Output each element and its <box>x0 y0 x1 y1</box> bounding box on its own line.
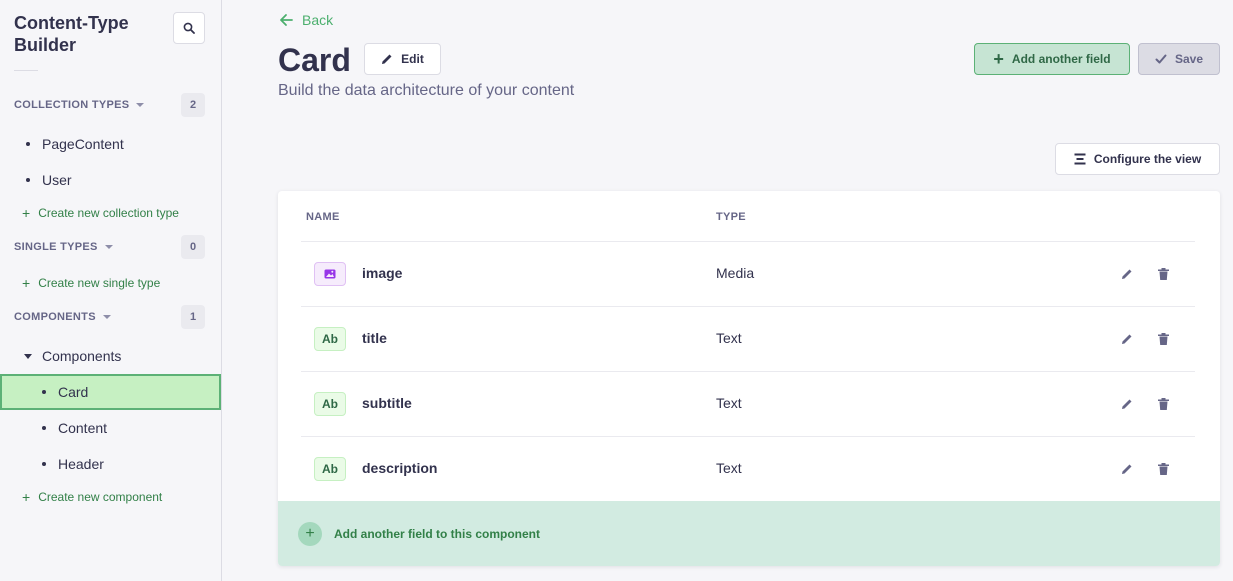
bullet-icon <box>42 462 46 466</box>
pencil-icon <box>382 54 392 64</box>
sidebar-divider <box>14 70 38 71</box>
sidebar-item-card-active[interactable] <box>0 374 221 410</box>
back-label: Back <box>302 12 334 28</box>
table-row[interactable]: Ab title Text <box>301 306 1195 371</box>
sidebar-group-components[interactable]: Components <box>24 338 121 374</box>
bullet-icon <box>26 178 30 182</box>
create-link-label: Create new component <box>38 490 163 504</box>
text-icon: Ab <box>314 457 346 481</box>
pencil-icon[interactable] <box>1119 396 1135 412</box>
plus-circle-icon: + <box>298 521 322 546</box>
main-content: Back Card Edit Build the data architectu… <box>222 0 1233 581</box>
section-collection-types[interactable]: COLLECTION TYPES 2 <box>14 93 205 117</box>
sidebar-search-button[interactable] <box>173 12 205 44</box>
field-name: title <box>362 330 387 346</box>
section-label: COLLECTION TYPES <box>14 99 130 111</box>
text-icon: Ab <box>314 327 346 351</box>
search-icon <box>183 22 195 34</box>
configure-label: Configure the view <box>1093 152 1202 166</box>
field-name: image <box>362 265 403 281</box>
table-row[interactable]: image Media <box>301 241 1195 306</box>
sidebar: Content-Type Builder COLLECTION TYPES 2 … <box>0 0 222 581</box>
edit-label: Edit <box>401 52 424 66</box>
field-name: subtitle <box>362 395 412 411</box>
sidebar-item-label: Header <box>58 456 104 472</box>
trash-icon[interactable] <box>1155 331 1171 347</box>
add-field-to-component-button[interactable]: + Add another field to this component <box>278 501 1220 566</box>
fields-table: NAME TYPE image Media Ab title Text Ab s… <box>278 191 1220 566</box>
sidebar-title: Content-Type Builder <box>14 13 129 55</box>
create-link-label: Create new collection type <box>38 206 179 220</box>
section-count: 1 <box>181 305 205 329</box>
configure-view-button[interactable]: Configure the view <box>1055 143 1220 175</box>
page-subtitle: Build the data architecture of your cont… <box>278 82 575 99</box>
field-name: description <box>362 460 438 476</box>
bullet-icon <box>42 426 46 430</box>
sidebar-item-label: PageContent <box>42 136 124 152</box>
trash-icon[interactable] <box>1155 396 1171 412</box>
section-label: COMPONENTS <box>14 311 96 323</box>
column-header-name: NAME <box>306 211 340 223</box>
page-title: Card <box>278 42 351 78</box>
save-label: Save <box>1174 52 1204 66</box>
back-link[interactable]: Back <box>278 12 333 28</box>
sidebar-group-label: Components <box>42 348 122 364</box>
image-icon <box>314 262 346 286</box>
table-row[interactable]: Ab description Text <box>301 436 1195 501</box>
add-field-label: Add another field <box>1011 52 1111 66</box>
plus-icon: + <box>993 49 1004 69</box>
create-single-type-link[interactable]: + Create new single type <box>22 276 160 290</box>
text-icon: Ab <box>314 392 346 416</box>
table-row[interactable]: Ab subtitle Text <box>301 371 1195 436</box>
section-count: 0 <box>181 235 205 259</box>
sidebar-item-card[interactable]: Card <box>42 374 88 410</box>
sidebar-item-header[interactable]: Header <box>42 446 104 482</box>
create-collection-type-link[interactable]: + Create new collection type <box>22 206 179 220</box>
sidebar-item-label: User <box>42 172 72 188</box>
pencil-icon[interactable] <box>1119 266 1135 282</box>
sidebar-item-content[interactable]: Content <box>42 410 107 446</box>
save-button[interactable]: Save <box>1138 43 1220 75</box>
layout-icon <box>1074 153 1086 165</box>
field-type: Media <box>716 265 755 281</box>
section-count: 2 <box>181 93 205 117</box>
check-icon <box>1155 54 1167 64</box>
sidebar-item-user[interactable]: User <box>26 162 72 198</box>
create-link-label: Create new single type <box>38 276 161 290</box>
caret-down-icon <box>104 245 113 249</box>
field-type: Text <box>716 330 742 346</box>
sidebar-item-pagecontent[interactable]: PageContent <box>26 126 124 162</box>
plus-icon: + <box>22 489 31 505</box>
caret-down-icon <box>102 315 111 319</box>
sidebar-item-label: Content <box>58 420 108 436</box>
arrow-left-icon <box>280 14 293 26</box>
caret-down-icon <box>136 103 145 107</box>
field-type: Text <box>716 460 742 476</box>
trash-icon[interactable] <box>1155 266 1171 282</box>
pencil-icon[interactable] <box>1119 331 1135 347</box>
sidebar-item-label: Card <box>58 384 89 400</box>
column-header-type: TYPE <box>716 211 746 223</box>
caret-down-icon <box>24 353 32 359</box>
plus-icon: + <box>22 205 31 221</box>
section-components[interactable]: COMPONENTS 1 <box>14 305 205 329</box>
bullet-icon <box>42 390 46 394</box>
edit-button[interactable]: Edit <box>364 43 441 75</box>
footer-add-label: Add another field to this component <box>334 526 540 541</box>
add-another-field-button[interactable]: + Add another field <box>974 43 1130 75</box>
create-component-link[interactable]: + Create new component <box>22 490 162 504</box>
trash-icon[interactable] <box>1155 461 1171 477</box>
pencil-icon[interactable] <box>1119 461 1135 477</box>
bullet-icon <box>26 142 30 146</box>
plus-icon: + <box>22 275 31 291</box>
section-single-types[interactable]: SINGLE TYPES 0 <box>14 235 205 259</box>
field-type: Text <box>716 395 742 411</box>
section-label: SINGLE TYPES <box>14 241 98 253</box>
